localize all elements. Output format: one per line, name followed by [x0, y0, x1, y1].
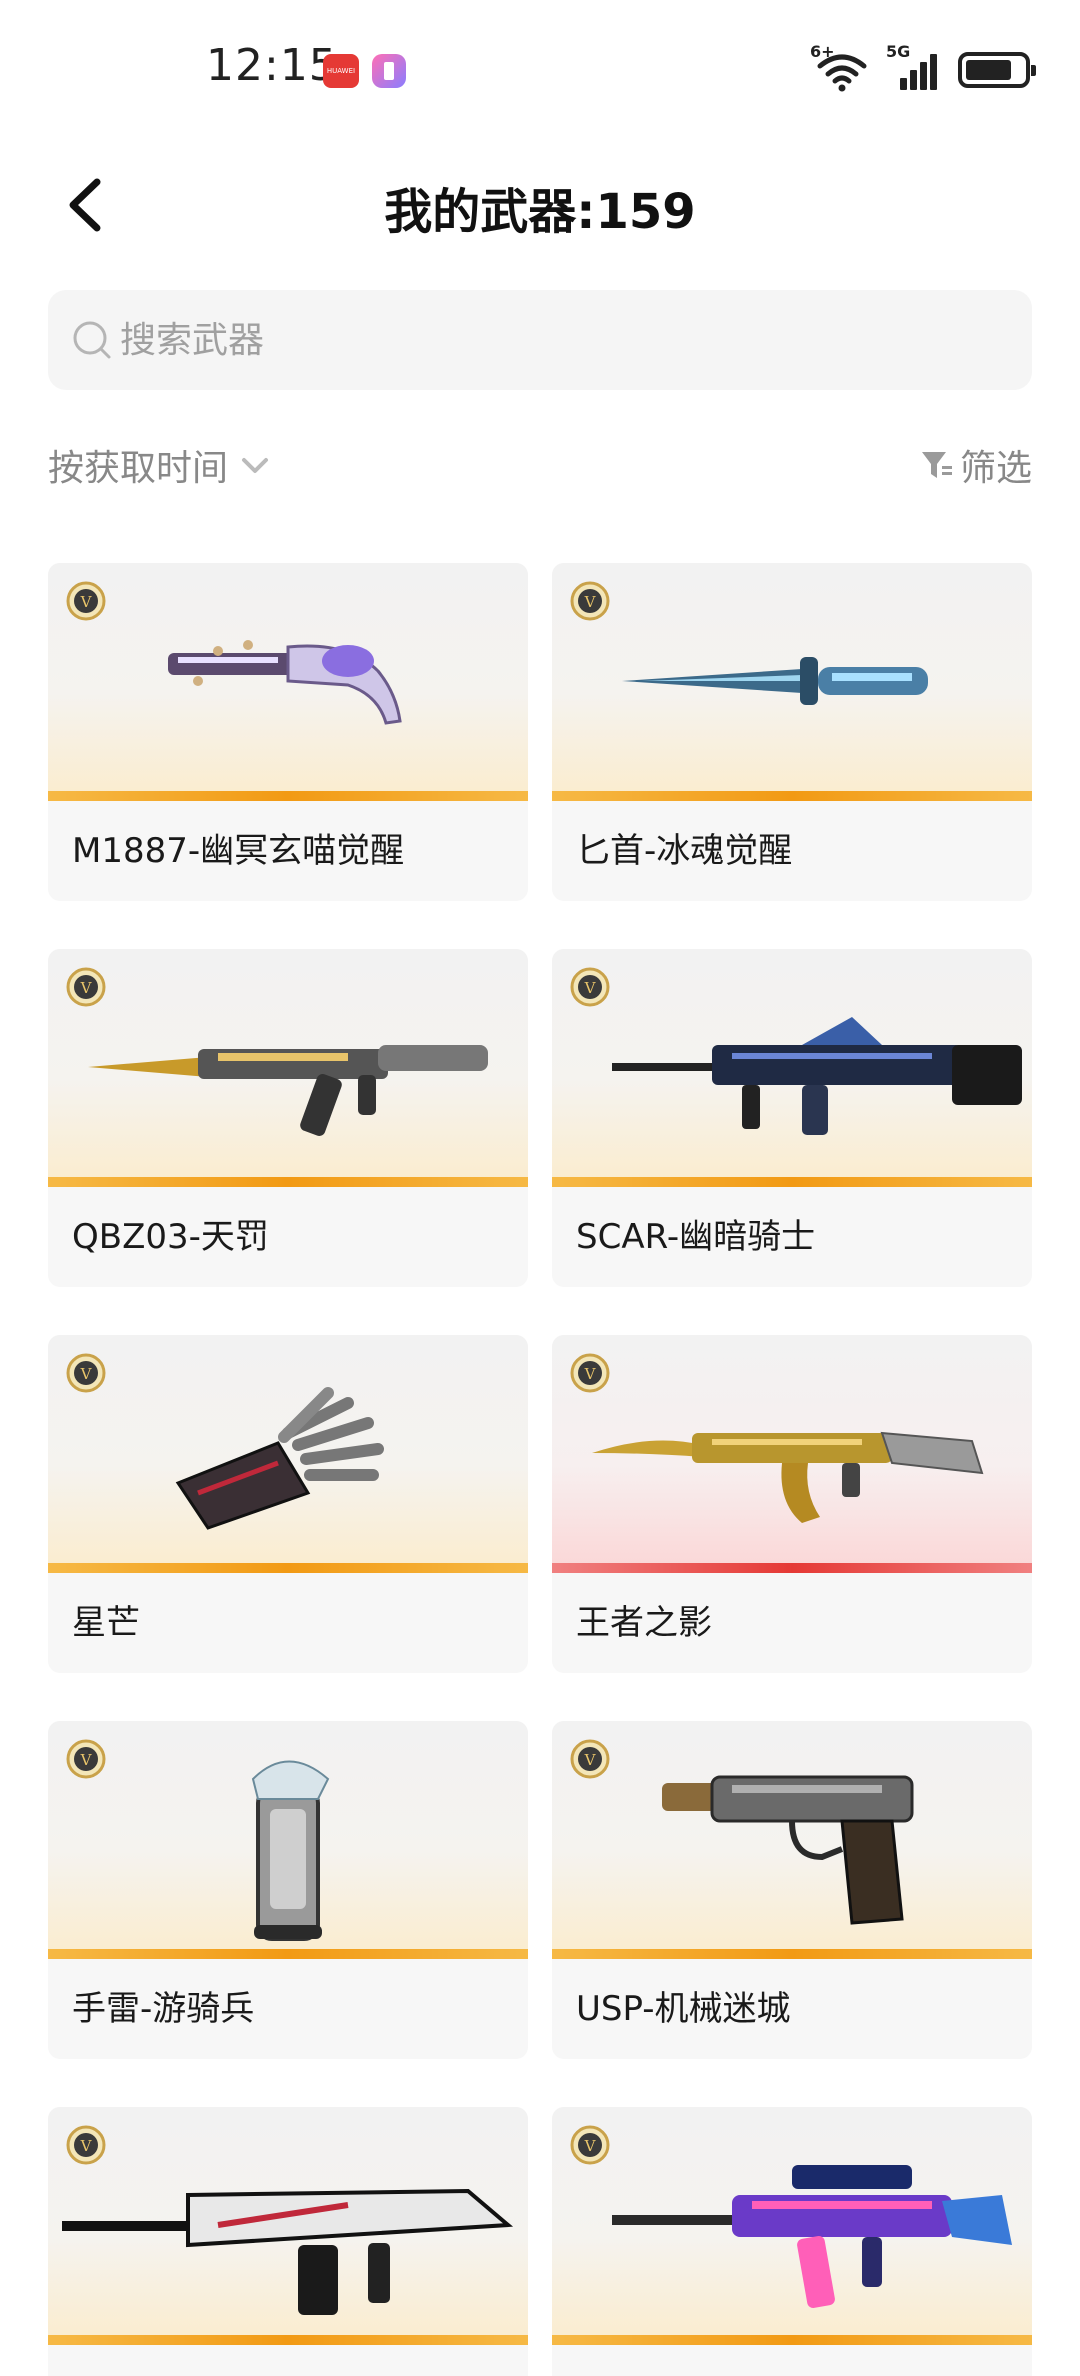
weapon-card[interactable]: V 匕首-冰魂觉醒	[552, 563, 1032, 901]
weapon-image-area: V	[48, 563, 528, 801]
rifle-icon	[88, 1045, 488, 1136]
search-bar[interactable]	[48, 290, 1032, 390]
weapon-image-area: V	[48, 2107, 528, 2345]
weapon-card[interactable]: V	[48, 2107, 528, 2376]
weapon-image-area: V	[48, 949, 528, 1187]
search-input[interactable]	[120, 290, 1000, 390]
grenade-icon	[251, 1760, 330, 1941]
search-icon	[73, 321, 111, 359]
weapon-name: USP-机械迷城	[576, 1989, 791, 2029]
weapon-image-area: V	[552, 1335, 1032, 1573]
weapon-image-area: V	[48, 1721, 528, 1959]
weapon-name: SCAR-幽暗骑士	[576, 1217, 816, 1257]
weapon-card[interactable]: V 王者之影	[552, 1335, 1032, 1673]
weapon-name: 王者之影	[576, 1603, 712, 1643]
huawei-notification-icon: HUAWEI	[323, 54, 359, 88]
rifle-icon	[612, 2165, 1012, 2308]
status-bar: 12:15 HUAWEI 6+ 5G	[0, 0, 1080, 140]
rifle-icon	[62, 2188, 514, 2315]
weapon-name: 星芒	[72, 1603, 140, 1643]
weapon-card[interactable]: V SCAR-幽暗骑士	[552, 949, 1032, 1287]
filter-button[interactable]: 筛选	[920, 440, 1032, 490]
sort-dropdown[interactable]: 按获取时间	[48, 440, 272, 490]
weapon-name: M1887-幽冥玄喵觉醒	[72, 831, 405, 871]
weapon-card[interactable]: V M1887-幽冥玄喵觉醒	[48, 563, 528, 901]
status-icons: 6+ 5G	[810, 42, 1036, 94]
weapon-image-area: V	[552, 563, 1032, 801]
wifi-icon: 6+	[810, 42, 870, 92]
weapon-card[interactable]: V	[552, 2107, 1032, 2376]
network-tag: 5G	[886, 42, 911, 61]
pistol-icon	[662, 1775, 914, 1925]
filter-icon	[921, 452, 952, 478]
filter-label: 筛选	[959, 448, 1032, 489]
weapon-image-area: V	[552, 2107, 1032, 2345]
rifle-icon	[592, 1431, 984, 1523]
weapon-card[interactable]: V QBZ03-天罚	[48, 949, 528, 1287]
weapon-image-area: V	[48, 1335, 528, 1573]
weapon-card[interactable]: V 手雷-游骑兵	[48, 1721, 528, 2059]
app-notification-icon	[372, 54, 406, 88]
sort-label: 按获取时间	[48, 448, 229, 489]
wifi-tag: 6+	[810, 42, 835, 61]
shotgun-icon	[168, 640, 402, 725]
weapon-image-area: V	[552, 949, 1032, 1187]
weapon-name: QBZ03-天罚	[72, 1217, 269, 1257]
page-title: 我的武器:159	[384, 184, 696, 240]
huawei-badge-text: HUAWEI	[326, 67, 356, 75]
weapon-name: 手雷-游骑兵	[72, 1989, 255, 2029]
weapon-image-area: V	[552, 1721, 1032, 1959]
weapon-grid: V M1887-幽冥玄喵觉醒 V 匕首-冰魂觉醒 V QBZ03-天罚 V SC…	[48, 563, 1032, 2376]
signal-icon: 5G	[886, 42, 942, 92]
status-time: 12:15	[206, 40, 338, 91]
gauntlet-icon	[175, 1387, 384, 1530]
chevron-down-icon	[242, 458, 269, 473]
dagger-icon	[622, 657, 928, 705]
weapon-card[interactable]: V USP-机械迷城	[552, 1721, 1032, 2059]
rifle-icon	[612, 1017, 1022, 1135]
weapon-card[interactable]: V 星芒	[48, 1335, 528, 1673]
weapon-name: 匕首-冰魂觉醒	[576, 831, 793, 871]
battery-icon	[958, 52, 1036, 88]
